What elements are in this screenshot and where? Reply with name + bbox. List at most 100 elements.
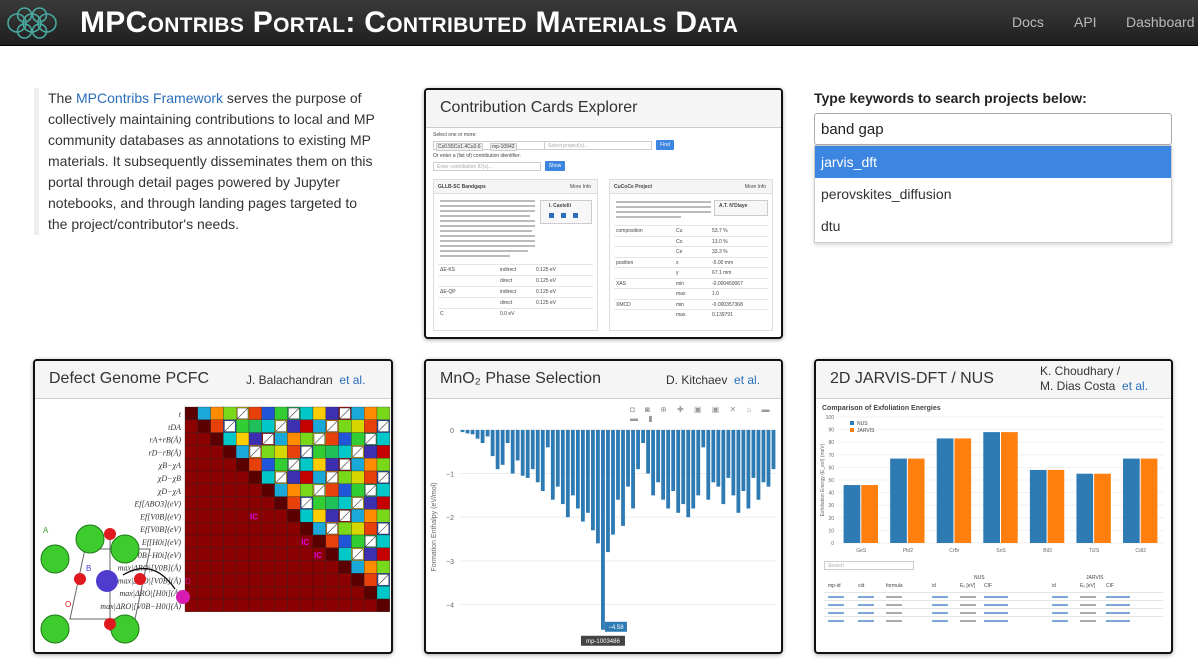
- matrix-cell: [338, 419, 352, 433]
- matrix-cell: [197, 522, 211, 536]
- table-cell: [960, 612, 976, 614]
- jarvis-card-title[interactable]: 2D JARVIS-DFT / NUS: [830, 370, 994, 388]
- matrix-cell: [300, 522, 314, 536]
- matrix-cell: [248, 470, 262, 484]
- table-column-header[interactable]: cid: [858, 583, 864, 589]
- cucoce-more-info[interactable]: More Info: [745, 184, 766, 190]
- matrix-cell: [376, 560, 390, 574]
- jarvis-card-header: 2D JARVIS-DFT / NUS K. Choudhary / M. Di…: [816, 361, 1171, 399]
- bar: [983, 432, 1000, 543]
- x-tick-label: GeS: [856, 548, 867, 554]
- matrix-cell: [351, 598, 365, 612]
- mno2-etal-link[interactable]: et al.: [734, 373, 760, 387]
- bar: [746, 429, 751, 509]
- jarvis-card[interactable]: 2D JARVIS-DFT / NUS K. Choudhary / M. Di…: [814, 359, 1173, 654]
- mini-table-cell: 0.125 eV: [536, 278, 557, 284]
- bar: [890, 458, 907, 543]
- table-column-header[interactable]: Eₓ [eV]: [1080, 583, 1095, 589]
- cucoce-card[interactable]: CuCoCe Project More Info A.T. N'Diaye co…: [609, 179, 773, 331]
- tag-chip[interactable]: mp-10942: [490, 143, 517, 151]
- bar: [540, 429, 545, 491]
- bar: [480, 429, 485, 443]
- defect-card-title[interactable]: Defect Genome PCFC: [49, 370, 209, 388]
- matrix-cell: [236, 432, 250, 446]
- bar: [470, 429, 475, 435]
- matrix-cell: [248, 432, 262, 446]
- nav-api-link[interactable]: API: [1074, 14, 1097, 30]
- table-column-header[interactable]: CIF: [984, 583, 992, 589]
- contribution-id-input[interactable]: Enter contribution ID(s)...: [433, 162, 541, 171]
- find-button[interactable]: Find: [656, 140, 674, 150]
- mpcontribs-framework-link[interactable]: MPContribs Framework: [76, 90, 223, 106]
- search-result-item[interactable]: perovskites_diffusion: [815, 178, 1171, 210]
- matrix-cell: [210, 419, 224, 433]
- mno2-card-title[interactable]: MnO₂ Phase Selection: [440, 370, 601, 388]
- matrix-cell: [236, 560, 250, 574]
- atom-label: A: [43, 526, 49, 535]
- defect-genome-card[interactable]: Defect Genome PCFC J. Balachandran et al…: [33, 359, 393, 654]
- table-cell: [886, 596, 902, 598]
- search-result-item[interactable]: dtu: [815, 210, 1171, 242]
- defect-card-authors: J. Balachandran et al.: [246, 373, 365, 387]
- x-tick-label: SnS: [996, 548, 1006, 554]
- table-column-header[interactable]: id: [1052, 583, 1056, 589]
- y-axis-label: Formation Enthalpy (eV/mol): [431, 482, 438, 571]
- mpcontribs-logo-icon[interactable]: [6, 5, 58, 41]
- row-label: Ef[H0i](eV): [141, 538, 181, 547]
- table-search-input[interactable]: Search: [824, 561, 914, 570]
- bar: [565, 429, 570, 518]
- gllb-sc-card[interactable]: GLLB-SC Bandgaps More Info I. Castelli Δ…: [433, 179, 598, 331]
- matrix-cell: [274, 458, 288, 472]
- matrix-cell: [338, 445, 352, 459]
- mno2-bar-chart[interactable]: 0 −1 −2 −3 −4 Formation Enthalpy (eV/mol) −4.5…: [426, 399, 781, 652]
- bar: [741, 429, 746, 491]
- matrix-cell: [197, 586, 211, 600]
- table-column-header[interactable]: CIF: [1106, 583, 1114, 589]
- bar: [626, 429, 630, 487]
- bar: [761, 429, 766, 483]
- matrix-cell: [274, 534, 288, 548]
- matrix-cell: [300, 432, 314, 446]
- explorer-card[interactable]: Contribution Cards Explorer Select one o…: [424, 88, 783, 339]
- mno2-card[interactable]: MnO₂ Phase Selection D. Kitchaev et al. …: [424, 359, 783, 654]
- gllb-sc-more-info[interactable]: More Info: [570, 184, 591, 190]
- matrix-cell: [300, 547, 314, 561]
- matrix-cell: [261, 586, 275, 600]
- table-cell: [984, 620, 1008, 622]
- project-select[interactable]: Select project(s)...: [544, 141, 652, 150]
- matrix-cell: [223, 534, 237, 548]
- mini-table-cell: ΔE-KS: [440, 267, 456, 273]
- matrix-cell: [338, 470, 352, 484]
- table-column-header[interactable]: Eₓ [eV]: [960, 583, 975, 589]
- defect-etal-link[interactable]: et al.: [339, 373, 365, 387]
- matrix-cell: [236, 509, 250, 523]
- legend-swatch: [850, 421, 854, 425]
- project-search-input[interactable]: [814, 113, 1172, 145]
- matrix-cell: [364, 419, 378, 433]
- table-column-header[interactable]: formula: [886, 583, 903, 589]
- bar: [736, 429, 741, 513]
- y-tick-label: −2: [446, 515, 454, 522]
- matrix-cell: [210, 560, 224, 574]
- nav-dashboard-link[interactable]: Dashboard: [1126, 14, 1195, 30]
- show-button[interactable]: Show: [545, 161, 565, 171]
- tag-chip[interactable]: Cs0.55Co1.4Cu0.6: [436, 143, 483, 151]
- mini-table-cell: C: [440, 311, 444, 317]
- matrix-cell: [351, 534, 365, 548]
- table-cell: [960, 604, 976, 606]
- bar: [485, 429, 490, 437]
- table-column-header[interactable]: id: [932, 583, 936, 589]
- jarvis-etal-link[interactable]: et al.: [1122, 379, 1148, 393]
- search-result-item[interactable]: jarvis_dft: [815, 146, 1171, 178]
- legend-label: JARVIS: [857, 428, 875, 434]
- jarvis-chart-title: Comparison of Exfoliation Energies: [822, 405, 941, 412]
- matrix-cell: [364, 406, 378, 420]
- bar: [766, 429, 771, 487]
- navbar-title[interactable]: MPContribs Portal: Contributed Materials…: [80, 6, 738, 40]
- tag-select[interactable]: Cs0.55Co1.4Cu0.6 mp-10942: [433, 141, 545, 151]
- plotly-modebar[interactable]: ◘ ◙ ⊕ ✚ ▣ ▣ ✕ ⌂ ▬ ▬ ▮: [630, 405, 781, 423]
- nav-docs-link[interactable]: Docs: [1012, 14, 1044, 30]
- table-column-header[interactable]: mp-id: [828, 583, 841, 589]
- matrix-cell: [364, 573, 378, 587]
- explorer-card-title[interactable]: Contribution Cards Explorer: [440, 99, 637, 117]
